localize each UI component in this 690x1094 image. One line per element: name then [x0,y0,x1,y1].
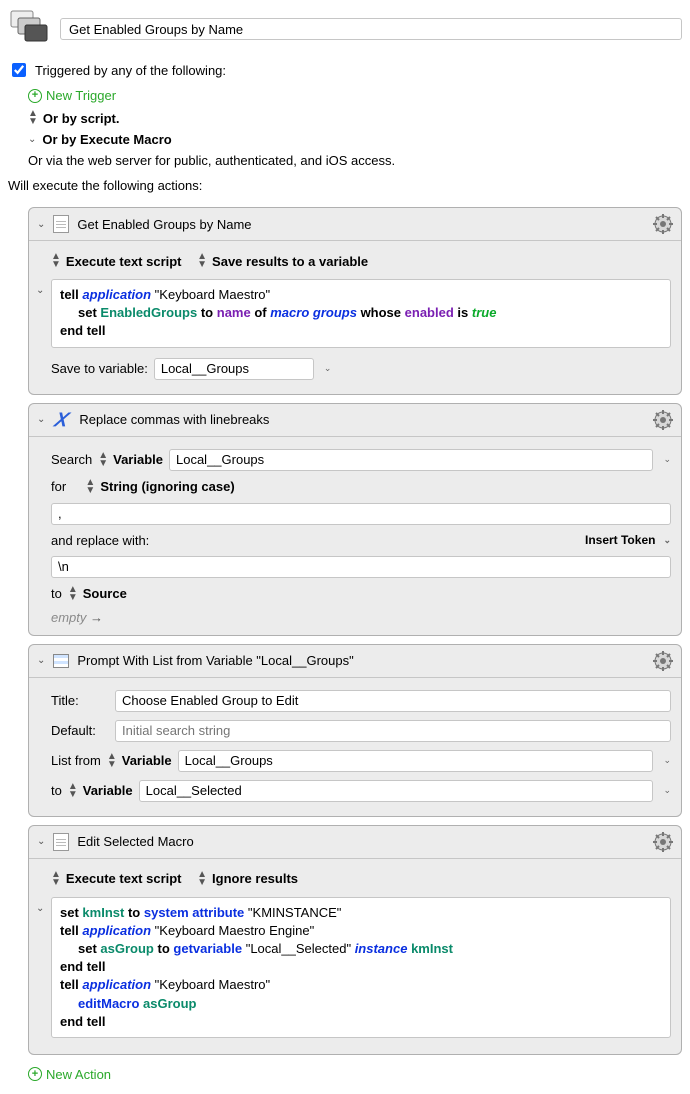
or-by-execute-row[interactable]: ⌄ Or by Execute Macro [28,129,682,150]
insert-token-button[interactable]: Insert Token ⌄ [585,533,671,547]
updown-icon[interactable]: ▲▼ [107,753,116,769]
updown-icon[interactable]: ▲▼ [98,452,107,468]
replace-with-label: and replace with: [51,533,149,548]
web-server-info: Or via the web server for public, authen… [8,150,682,176]
script-code[interactable]: ⌄ set kmInst to system attribute "KMINST… [51,897,671,1038]
title-label: Title: [51,693,109,708]
updown-icon: ▲▼ [28,110,37,126]
search-variable-input[interactable] [169,449,653,471]
trigger-label: Triggered by any of the following: [35,63,226,78]
disclosure-toggle[interactable]: ⌄ [37,655,45,666]
macro-title-input[interactable] [60,18,682,40]
results-option[interactable]: Ignore results [212,871,298,886]
prompt-default-input[interactable] [115,720,671,742]
to-label: to [51,586,62,601]
for-value-input[interactable] [51,503,671,525]
plus-icon: + [28,1067,42,1081]
or-by-script-row[interactable]: ▲▼ Or by script. [28,107,682,129]
action-replace-commas: ⌄ 𝑋 Replace commas with linebreaks Searc… [28,403,682,636]
disclosure-toggle[interactable]: ⌄ [37,414,45,425]
plus-icon: + [28,89,42,103]
chevron-down-icon: ⌄ [663,535,671,546]
search-label: Search [51,452,92,467]
empty-indicator: empty → [51,606,671,625]
list-from-label: List from [51,753,101,768]
search-type[interactable]: Variable [113,452,163,467]
list-from-type[interactable]: Variable [122,753,172,768]
replace-value-input[interactable] [51,556,671,578]
code-disclosure[interactable]: ⌄ [36,284,44,298]
to-option[interactable]: Source [83,586,127,601]
updown-icon[interactable]: ▲▼ [68,586,77,602]
replace-x-icon: 𝑋 [53,411,71,429]
action-title: Edit Selected Macro [77,834,645,849]
results-option[interactable]: Save results to a variable [212,254,368,269]
to-label: to [51,783,62,798]
trigger-section: Triggered by any of the following: [8,60,682,80]
script-file-icon [53,215,69,233]
macro-group-icon [8,8,50,50]
action-prompt-list: ⌄ Prompt With List from Variable "Local_… [28,644,682,817]
chevron-down-icon[interactable]: ⌄ [663,785,671,796]
chevron-down-icon[interactable]: ⌄ [663,454,671,465]
execute-option[interactable]: Execute text script [66,254,182,269]
for-label: for [51,479,66,494]
or-by-script-label: Or by script. [43,111,120,126]
save-to-label: Save to variable: [51,361,148,376]
new-trigger-label: New Trigger [46,88,116,103]
code-disclosure[interactable]: ⌄ [36,902,44,916]
updown-icon[interactable]: ▲▼ [68,783,77,799]
updown-icon[interactable]: ▲▼ [197,253,206,269]
chevron-down-icon: ⌄ [28,134,36,145]
gear-icon[interactable] [653,410,673,430]
action-title: Get Enabled Groups by Name [77,217,645,232]
to-type[interactable]: Variable [83,783,133,798]
new-action-label: New Action [46,1067,111,1082]
prompt-title-input[interactable] [115,690,671,712]
new-trigger-button[interactable]: + New Trigger [28,84,682,107]
will-execute-label: Will execute the following actions: [8,176,682,201]
new-action-button[interactable]: + New Action [28,1063,682,1086]
for-option[interactable]: String (ignoring case) [100,479,234,494]
gear-icon[interactable] [653,214,673,234]
script-code[interactable]: ⌄ tell application "Keyboard Maestro" se… [51,279,671,348]
updown-icon[interactable]: ▲▼ [51,253,60,269]
updown-icon[interactable]: ▲▼ [197,871,206,887]
default-label: Default: [51,723,109,738]
gear-icon[interactable] [653,832,673,852]
gear-icon[interactable] [653,651,673,671]
updown-icon[interactable]: ▲▼ [51,871,60,887]
action-title: Replace commas with linebreaks [79,412,645,427]
or-by-execute-label: Or by Execute Macro [42,132,171,147]
list-icon [53,654,69,668]
trigger-checkbox[interactable] [12,63,26,77]
execute-option[interactable]: Execute text script [66,871,182,886]
action-title: Prompt With List from Variable "Local__G… [77,653,645,668]
macro-header [8,8,682,50]
disclosure-toggle[interactable]: ⌄ [37,219,45,230]
action-edit-selected-macro: ⌄ Edit Selected Macro ▲▼ Execute text sc… [28,825,682,1055]
action-get-enabled-groups: ⌄ Get Enabled Groups by Name ▲▼ Execute … [28,207,682,395]
list-from-input[interactable] [178,750,654,772]
script-file-icon [53,833,69,851]
to-variable-input[interactable] [139,780,654,802]
disclosure-toggle[interactable]: ⌄ [37,836,45,847]
chevron-down-icon[interactable]: ⌄ [324,363,332,374]
save-variable-input[interactable] [154,358,314,380]
chevron-down-icon[interactable]: ⌄ [663,755,671,766]
updown-icon[interactable]: ▲▼ [85,479,94,495]
